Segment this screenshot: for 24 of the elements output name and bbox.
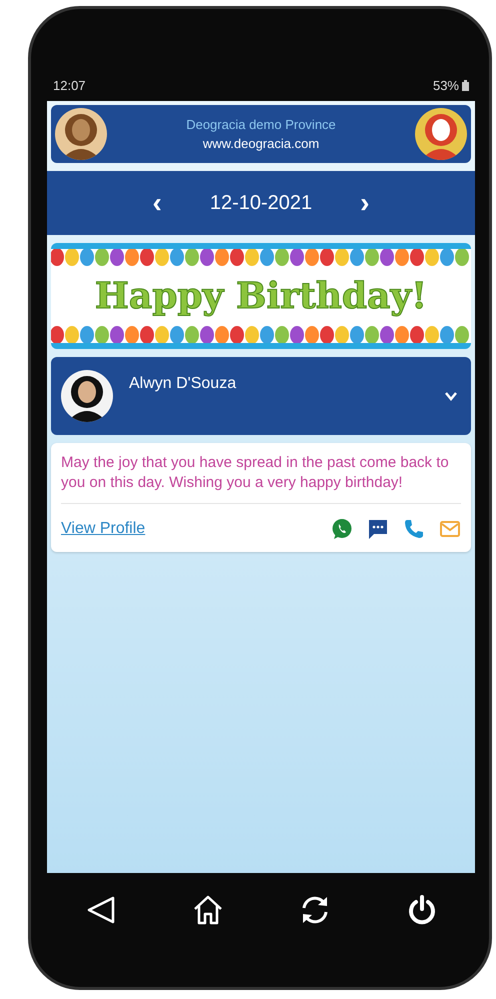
date-text: 12-10-2021	[210, 192, 312, 214]
person-name: Alwyn D'Souza	[129, 375, 238, 393]
battery-level: 53%	[432, 78, 459, 92]
battery-icon	[462, 80, 469, 90]
birthday-message: May the joy that you have spread in the past come back to you on this day. Wishing you a very happy birthday!	[61, 453, 450, 493]
back-icon	[84, 894, 116, 926]
previous-date-button[interactable]: ‹	[148, 187, 166, 219]
chat-button[interactable]	[367, 518, 389, 540]
phone-button[interactable]	[403, 518, 425, 540]
phone-icon	[403, 518, 425, 540]
whatsapp-button[interactable]	[331, 518, 353, 540]
view-profile-link[interactable]: View Profile	[61, 520, 146, 538]
email-icon	[439, 518, 461, 540]
home-button[interactable]	[192, 894, 224, 926]
home-icon	[192, 894, 224, 926]
website-text: www.deogracia.com	[202, 136, 320, 151]
province-name: Deogracia demo Province	[186, 117, 336, 132]
person-card[interactable]: Alwyn D'Souza	[51, 357, 471, 435]
clock: 12:07	[53, 78, 86, 92]
back-button[interactable]	[84, 894, 116, 926]
chat-icon	[367, 518, 389, 540]
banner-text: Happy Birthday!	[94, 275, 428, 317]
next-date-button[interactable]: ›	[356, 187, 374, 219]
whatsapp-icon	[331, 518, 353, 540]
